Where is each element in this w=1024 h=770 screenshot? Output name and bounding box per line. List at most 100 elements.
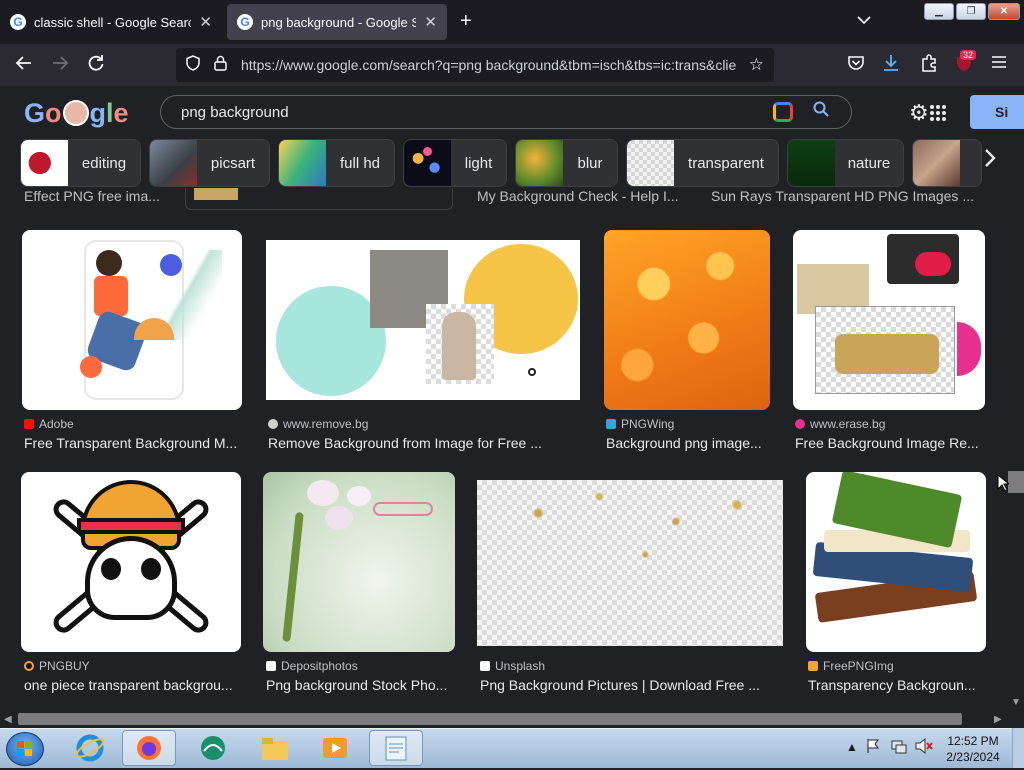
show-desktop-button[interactable] — [1012, 728, 1024, 768]
result-source[interactable]: www.erase.bg — [795, 417, 885, 431]
taskbar-firefox[interactable] — [122, 730, 176, 766]
url-bar[interactable]: https://www.google.com/search?q=png back… — [176, 48, 774, 82]
downloads-icon[interactable] — [882, 54, 900, 77]
pocket-icon[interactable] — [847, 54, 865, 77]
chip-nature[interactable]: nature — [787, 139, 904, 187]
chip-thumbnail — [516, 140, 563, 186]
vertical-scrollbar[interactable] — [1008, 190, 1024, 710]
google-logo[interactable]: Go gle — [24, 98, 129, 129]
scroll-left-arrow-icon[interactable]: ◀ — [4, 714, 12, 725]
new-tab-plus-icon[interactable]: + — [460, 10, 472, 33]
minimize-button[interactable]: ▁ — [924, 3, 954, 20]
scroll-down-arrow-icon[interactable]: ▼ — [1011, 697, 1021, 708]
tab-classic-shell[interactable]: G classic shell - Google Search ✕ — [0, 4, 222, 40]
search-box[interactable]: png background — [160, 95, 852, 129]
chip-full-hd[interactable]: full hd — [278, 139, 395, 187]
previous-result-title[interactable]: My Background Check - Help I... — [477, 188, 697, 204]
result-title[interactable]: Background png image... — [606, 435, 770, 451]
scroll-right-arrow-icon[interactable]: ▶ — [994, 714, 1002, 725]
start-button[interactable] — [6, 732, 44, 766]
result-source[interactable]: Depositphotos — [266, 659, 358, 673]
google-apps-grid-icon[interactable] — [929, 104, 947, 125]
person-head — [96, 250, 122, 276]
settings-gear-icon[interactable]: ⚙ — [909, 100, 929, 126]
forward-arrow-icon[interactable] — [51, 54, 69, 77]
action-center-flag-icon[interactable] — [866, 738, 880, 757]
sign-in-button[interactable]: Si — [970, 95, 1024, 129]
result-image-remove-bg[interactable] — [266, 240, 580, 400]
taskbar-media-player[interactable] — [308, 730, 362, 766]
back-arrow-icon[interactable] — [15, 54, 33, 77]
result-source[interactable]: FreePNGImg — [808, 659, 894, 673]
show-hidden-icons-icon[interactable]: ▲ — [846, 740, 858, 754]
hat-band — [77, 518, 185, 534]
result-source[interactable]: PNGBUY — [24, 659, 90, 673]
result-title[interactable]: Png background Stock Pho... — [266, 677, 456, 693]
result-image-pngbuy[interactable] — [21, 472, 241, 652]
result-image-adobe[interactable] — [22, 230, 242, 410]
tab-close-icon[interactable]: ✕ — [199, 13, 212, 31]
result-image-erase-bg[interactable] — [793, 230, 985, 410]
tab-close-icon[interactable]: ✕ — [424, 13, 437, 31]
folder-icon — [262, 738, 288, 760]
depositphotos-icon — [266, 661, 276, 671]
list-all-tabs-chevron-icon[interactable] — [857, 12, 871, 28]
chip-picsart[interactable]: picsart — [149, 139, 270, 187]
result-image-freepngimg[interactable] — [806, 472, 986, 652]
chip-editing[interactable]: editing — [20, 139, 141, 187]
extensions-puzzle-icon[interactable] — [920, 54, 938, 77]
chip-thumbnail — [21, 140, 68, 186]
google-favicon-icon: G — [237, 14, 253, 30]
taskbar-app-globe[interactable] — [186, 730, 240, 766]
maximize-button[interactable]: ❐ — [956, 3, 986, 20]
result-title[interactable]: Remove Background from Image for Free ..… — [268, 435, 568, 451]
result-title[interactable]: one piece transparent backgrou... — [24, 677, 242, 693]
tab-title: classic shell - Google Search — [34, 14, 192, 30]
skull — [85, 536, 177, 620]
result-source[interactable]: PNGWing — [606, 417, 674, 431]
tab-png-background[interactable]: G png background - Google Search ✕ — [227, 4, 447, 40]
source-name: Depositphotos — [281, 659, 358, 673]
previous-result-title[interactable]: Sun Rays Transparent HD PNG Images ... — [711, 188, 981, 204]
horizontal-scrollbar-thumb[interactable] — [18, 713, 962, 725]
chip-light[interactable]: light — [403, 139, 507, 187]
chips-next-arrow-icon[interactable] — [984, 148, 996, 174]
previous-result-card[interactable] — [185, 188, 453, 210]
result-source[interactable]: www.remove.bg — [268, 417, 368, 431]
vertical-scrollbar-thumb[interactable] — [1008, 471, 1024, 493]
result-title[interactable]: Transparency Backgroun... — [808, 677, 986, 693]
taskbar-file-explorer[interactable] — [248, 730, 302, 766]
tab-title: png background - Google Search — [261, 14, 417, 30]
taskbar-notepad[interactable] — [369, 730, 423, 766]
tab-strip: G classic shell - Google Search ✕ G png … — [0, 0, 1024, 44]
google-lens-icon[interactable] — [773, 102, 793, 122]
result-image-depositphotos[interactable] — [263, 472, 455, 652]
chip-thumbnail — [627, 140, 674, 186]
chip-transparent[interactable]: transparent — [626, 139, 779, 187]
result-title[interactable]: Free Background Image Re... — [795, 435, 981, 451]
hamburger-menu-icon[interactable] — [991, 54, 1007, 75]
volume-muted-icon[interactable] — [915, 737, 933, 757]
close-window-button[interactable]: ✕ — [988, 3, 1020, 20]
orchid-flower — [325, 506, 353, 530]
result-title[interactable]: Png Background Pictures | Download Free … — [480, 677, 780, 693]
chip-partial[interactable] — [912, 139, 982, 187]
result-image-unsplash[interactable] — [477, 480, 783, 646]
result-source[interactable]: Unsplash — [480, 659, 545, 673]
chip-blur[interactable]: blur — [515, 139, 618, 187]
result-image-pngwing[interactable] — [604, 230, 770, 410]
chip-label: nature — [847, 154, 891, 172]
result-source[interactable]: Adobe — [24, 417, 74, 431]
dot-decoration — [528, 368, 536, 376]
taskbar-internet-explorer[interactable] — [63, 730, 117, 766]
bookmark-star-icon[interactable]: ☆ — [749, 55, 764, 75]
lock-icon[interactable] — [214, 55, 227, 75]
network-icon[interactable] — [891, 738, 907, 757]
result-title[interactable]: Free Transparent Background M... — [24, 435, 242, 451]
tracking-protection-shield-icon[interactable] — [186, 55, 200, 75]
search-icon[interactable] — [813, 101, 829, 122]
system-clock[interactable]: 12:52 PM 2/23/2024 — [940, 733, 1006, 765]
pngbuy-icon — [24, 661, 34, 671]
reload-icon[interactable] — [87, 54, 105, 77]
previous-result-title[interactable]: Effect PNG free ima... — [24, 188, 184, 204]
